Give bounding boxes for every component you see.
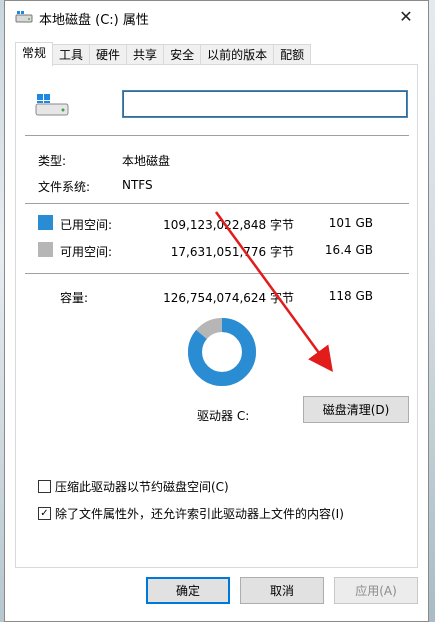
tab-bar: 常规 工具 硬件 共享 安全 以前的版本 配额 — [15, 42, 312, 66]
close-icon: ✕ — [399, 6, 413, 26]
drive-name-input[interactable] — [122, 90, 408, 118]
used-space-bytes: 109,123,022,848 字节 — [163, 218, 294, 232]
ok-button[interactable]: 确定 — [146, 577, 230, 604]
type-label: 类型: — [38, 154, 67, 168]
compress-option[interactable]: 压缩此驱动器以节约磁盘空间(C) — [38, 478, 229, 495]
capacity-size: 118 GB — [328, 289, 373, 303]
used-space-size: 101 GB — [328, 216, 373, 230]
compress-checkbox-label: 压缩此驱动器以节约磁盘空间(C) — [55, 480, 229, 494]
drive-letter-label: 驱动器 C: — [197, 409, 250, 423]
disk-cleanup-button[interactable]: 磁盘清理(D) — [303, 396, 409, 423]
window-title: 本地磁盘 (C:) 属性 — [39, 13, 149, 28]
divider — [25, 135, 409, 136]
apply-button[interactable]: 应用(A) — [334, 577, 418, 604]
cancel-button[interactable]: 取消 — [240, 577, 324, 604]
close-button[interactable]: ✕ — [384, 1, 428, 31]
used-space-label: 已用空间: — [60, 218, 113, 232]
tab-tools[interactable]: 工具 — [52, 44, 91, 65]
index-option[interactable]: ✓ 除了文件属性外，还允许索引此驱动器上文件的内容(I) — [38, 505, 344, 522]
index-checkbox[interactable]: ✓ — [38, 507, 51, 520]
tab-security[interactable]: 安全 — [163, 44, 202, 65]
type-value: 本地磁盘 — [122, 154, 171, 168]
free-space-label: 可用空间: — [60, 245, 113, 259]
tab-sharing[interactable]: 共享 — [126, 44, 165, 65]
divider — [25, 273, 409, 274]
compress-checkbox[interactable] — [38, 480, 51, 493]
general-panel: 类型: 本地磁盘 文件系统: NTFS 已用空间: 109,123,022,84… — [15, 64, 418, 568]
tab-quota[interactable]: 配额 — [273, 44, 312, 65]
divider — [25, 203, 409, 204]
used-space-swatch — [38, 215, 53, 230]
title-bar: 本地磁盘 (C:) 属性 ✕ — [5, 1, 428, 33]
properties-dialog: 本地磁盘 (C:) 属性 ✕ 常规 工具 硬件 共享 安全 以前的版本 配额 类… — [4, 0, 429, 622]
disk-usage-donut-chart — [188, 318, 256, 386]
index-checkbox-label: 除了文件属性外，还允许索引此驱动器上文件的内容(I) — [55, 507, 344, 521]
filesystem-value: NTFS — [122, 178, 153, 192]
tab-previous-versions[interactable]: 以前的版本 — [200, 44, 275, 65]
free-space-bytes: 17,631,051,776 字节 — [170, 245, 294, 259]
free-space-swatch — [38, 242, 53, 257]
filesystem-label: 文件系统: — [38, 180, 91, 194]
tab-hardware[interactable]: 硬件 — [89, 44, 128, 65]
free-space-size: 16.4 GB — [324, 243, 373, 257]
tab-general[interactable]: 常规 — [15, 42, 54, 66]
drive-icon — [15, 11, 33, 23]
capacity-label: 容量: — [60, 291, 89, 305]
large-drive-icon — [35, 94, 69, 116]
capacity-bytes: 126,754,074,624 字节 — [163, 291, 294, 305]
